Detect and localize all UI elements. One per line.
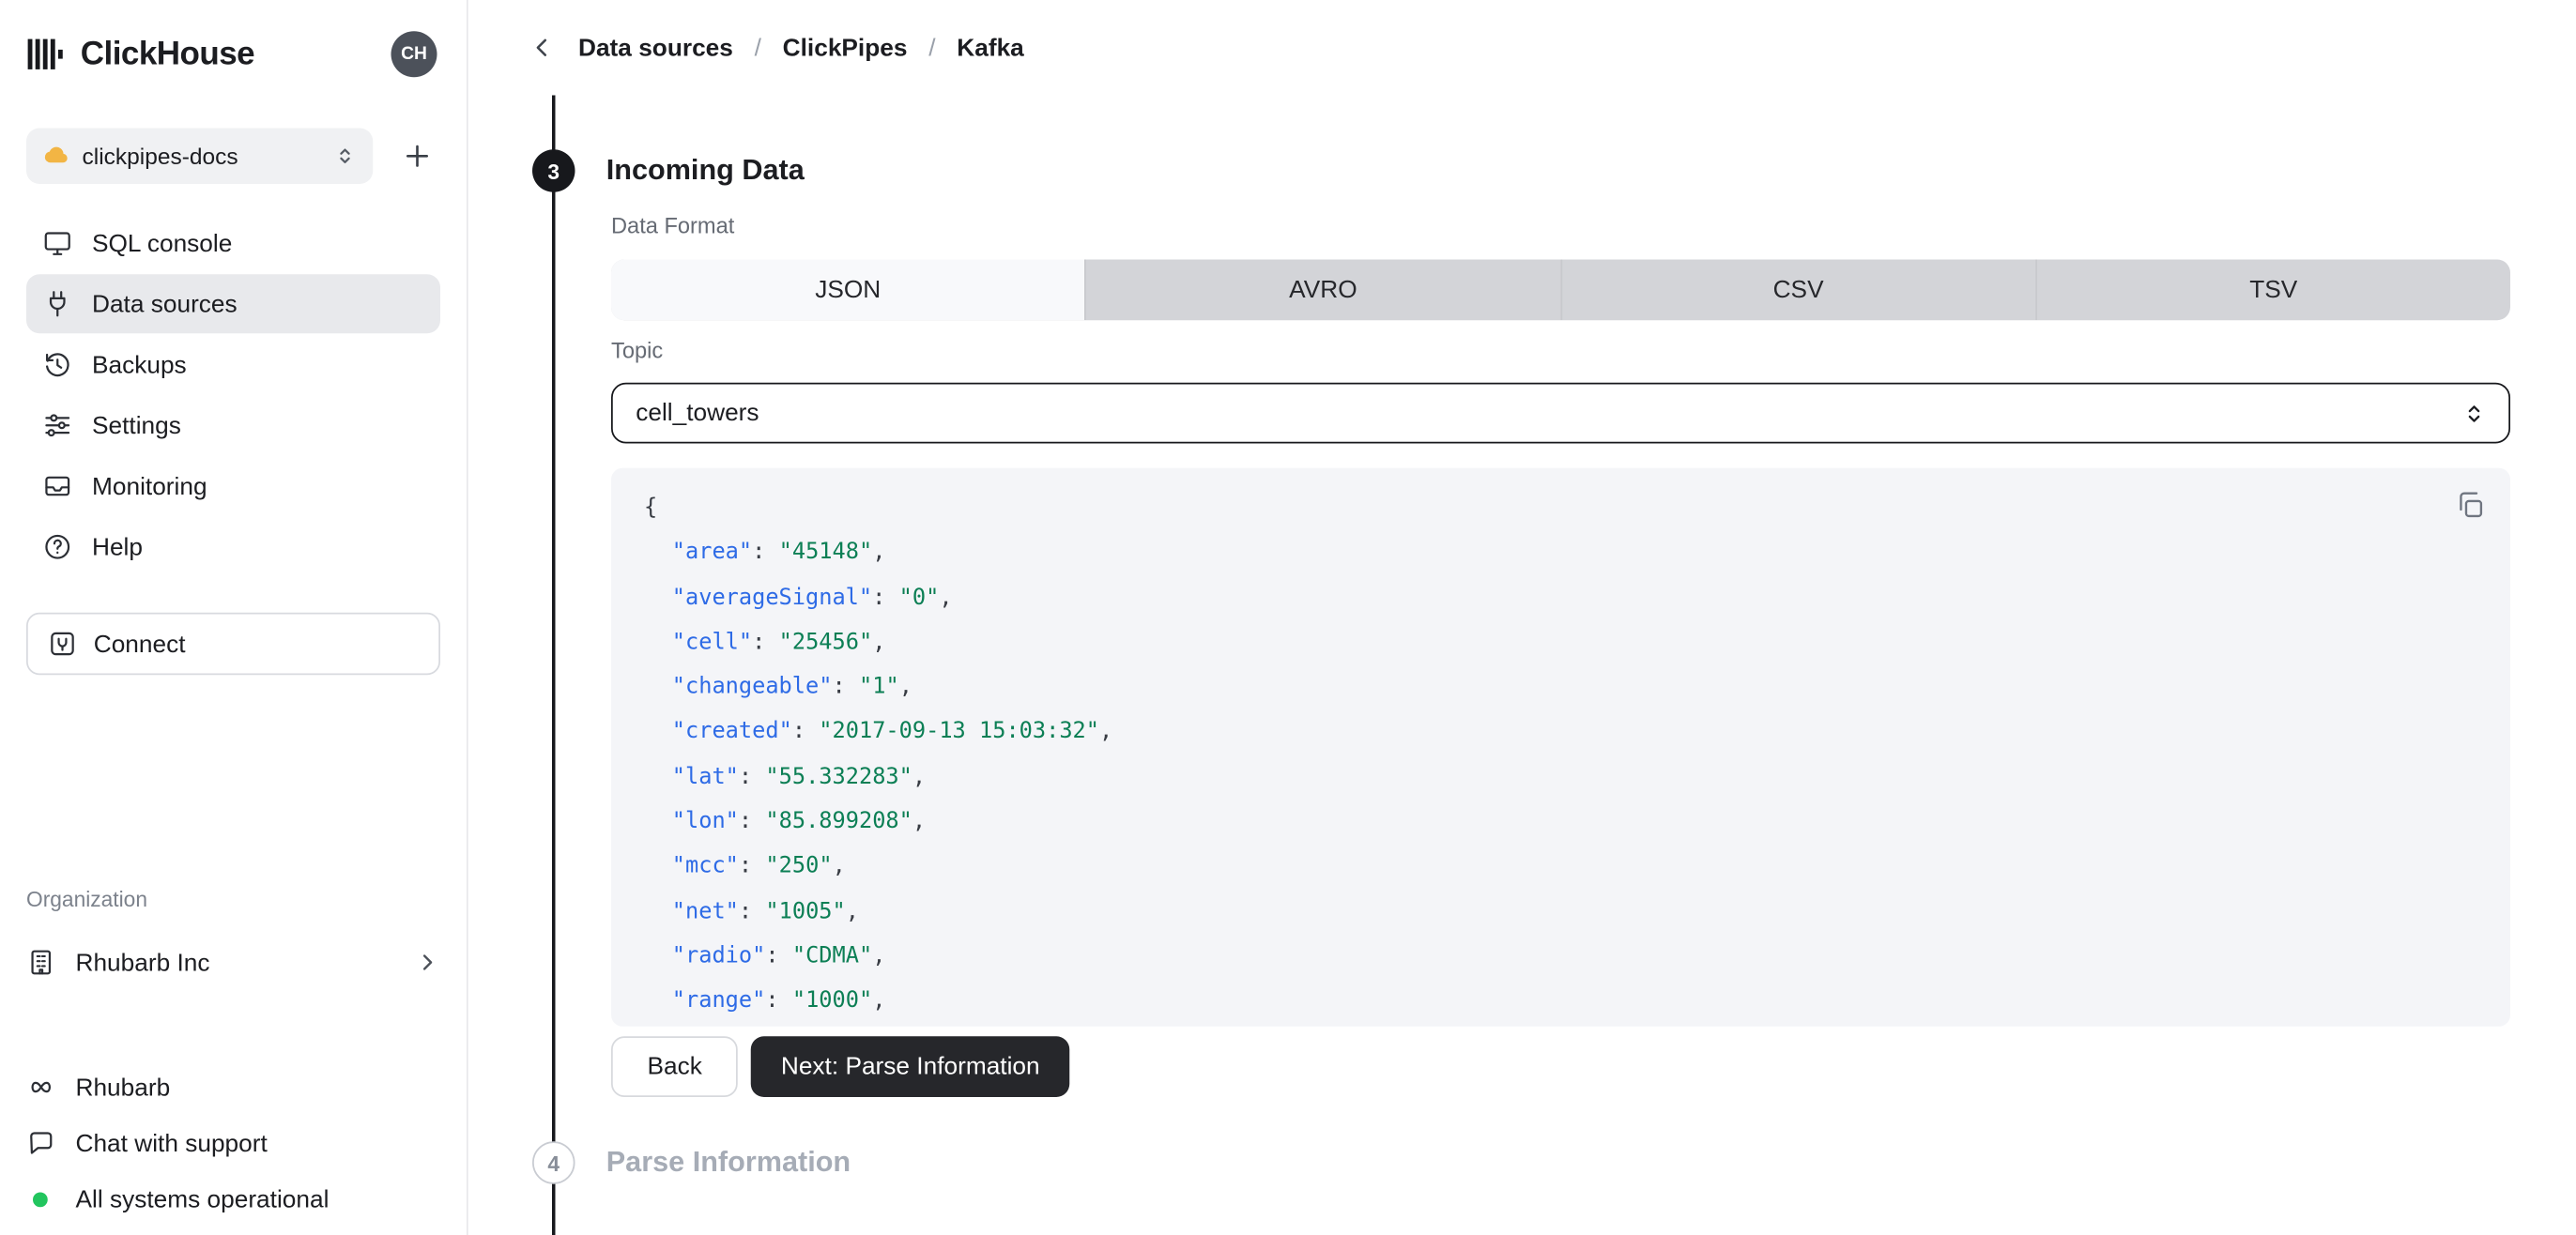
organization-row[interactable]: Rhubarb Inc xyxy=(26,933,440,992)
sidebar-footer: Rhubarb Chat with support All systems op… xyxy=(0,1060,467,1227)
code-line: range: 1000, xyxy=(644,979,2477,1024)
connect-icon xyxy=(48,629,78,659)
workspace-label: Rhubarb xyxy=(75,1073,171,1102)
code-line: averageSignal: 0, xyxy=(644,576,2477,621)
code-line: { xyxy=(644,494,658,521)
code-line: net: 1005, xyxy=(644,890,2477,935)
breadcrumb: Data sources / ClickPipes / Kafka xyxy=(468,0,2576,63)
service-selector[interactable]: clickpipes-docs xyxy=(26,128,374,184)
step-4-title: Parse Information xyxy=(606,1144,851,1178)
back-chevron-button[interactable] xyxy=(528,33,558,63)
sidebar: ClickHouse CH clickpipes-docs SQL consol… xyxy=(0,0,468,1235)
sidebar-item-label: Monitoring xyxy=(92,472,207,500)
service-icon xyxy=(43,143,69,169)
code-line: lat: 55.332283, xyxy=(644,755,2477,800)
connect-label: Connect xyxy=(93,630,186,658)
json-preview: { area: 45148, averageSignal: 0, cell: 2… xyxy=(644,486,2477,1024)
format-tab-json[interactable]: JSON xyxy=(611,259,1085,321)
brand-name: ClickHouse xyxy=(80,35,255,72)
sidebar-item-label: SQL console xyxy=(92,229,233,257)
terminal-icon xyxy=(43,228,73,258)
plug-icon xyxy=(43,289,73,319)
service-row: clickpipes-docs xyxy=(0,128,467,184)
sidebar-item-help[interactable]: Help xyxy=(26,517,440,576)
step-3-title: Incoming Data xyxy=(606,152,805,186)
connect-button[interactable]: Connect xyxy=(26,612,440,676)
building-icon xyxy=(26,948,56,978)
sidebar-item-backups[interactable]: Backups xyxy=(26,335,440,394)
inbox-icon xyxy=(43,471,73,501)
topic-select[interactable]: cell_towers xyxy=(611,382,2510,444)
copy-button[interactable] xyxy=(2455,490,2486,521)
main-panel: Data sources / ClickPipes / Kafka 3 Inco… xyxy=(468,0,2576,1235)
code-line: mcc: 250, xyxy=(644,845,2477,890)
breadcrumb-item-data-sources[interactable]: Data sources xyxy=(578,34,733,62)
chat-support-link[interactable]: Chat with support xyxy=(26,1115,440,1171)
chevron-up-down-icon xyxy=(333,145,357,168)
step-3-circle: 3 xyxy=(532,149,575,192)
stepper-line xyxy=(552,95,556,1235)
brand: ClickHouse xyxy=(26,35,255,74)
step-4-circle: 4 xyxy=(532,1141,575,1184)
rhubarb-icon xyxy=(26,1073,56,1103)
code-line: lon: 85.899208, xyxy=(644,800,2477,845)
organization-section-label: Organization xyxy=(26,887,148,912)
chat-icon xyxy=(26,1128,56,1158)
service-name: clickpipes-docs xyxy=(82,143,238,170)
status-green-dot-icon xyxy=(33,1191,48,1207)
sidebar-item-data-sources[interactable]: Data sources xyxy=(26,274,440,334)
sidebar-item-label: Data sources xyxy=(92,289,238,318)
data-format-segmented-control: JSON AVRO CSV TSV xyxy=(611,259,2510,321)
sidebar-header: ClickHouse CH xyxy=(0,30,467,80)
code-line: radio: CDMA, xyxy=(644,935,2477,980)
topic-label: Topic xyxy=(611,338,664,363)
sidebar-item-monitoring[interactable]: Monitoring xyxy=(26,457,440,516)
sidebar-nav: SQL console Data sources Backups Setting… xyxy=(0,214,467,577)
incoming-data-form: Data Format JSON AVRO CSV TSV Topic cell… xyxy=(611,213,2510,1097)
code-line: changeable: 1, xyxy=(644,665,2477,710)
sidebar-item-label: Backups xyxy=(92,350,187,379)
system-status-label: All systems operational xyxy=(75,1184,330,1213)
sidebar-item-label: Help xyxy=(92,532,144,561)
workspace-link[interactable]: Rhubarb xyxy=(26,1060,440,1116)
chevron-right-icon xyxy=(414,950,440,976)
sidebar-item-label: Settings xyxy=(92,411,181,440)
help-icon xyxy=(43,532,73,562)
app-root: ClickHouse CH clickpipes-docs SQL consol… xyxy=(0,0,2576,1235)
sliders-icon xyxy=(43,411,73,441)
sidebar-item-settings[interactable]: Settings xyxy=(26,396,440,455)
back-button[interactable]: Back xyxy=(611,1036,739,1097)
clickhouse-logo-icon xyxy=(26,35,66,74)
organization-name: Rhubarb Inc xyxy=(75,948,210,977)
format-tab-tsv[interactable]: TSV xyxy=(2034,259,2510,321)
breadcrumb-item-kafka: Kafka xyxy=(957,33,1024,62)
format-tab-csv[interactable]: CSV xyxy=(1559,259,2035,321)
next-parse-information-button[interactable]: Next: Parse Information xyxy=(751,1036,1070,1097)
code-line: created: 2017-09-13 15:03:32, xyxy=(644,710,2477,755)
format-tab-avro[interactable]: AVRO xyxy=(1084,259,1559,321)
breadcrumb-separator: / xyxy=(754,33,761,62)
message-preview-panel: { area: 45148, averageSignal: 0, cell: 2… xyxy=(611,467,2510,1027)
history-icon xyxy=(43,350,73,380)
user-avatar[interactable]: CH xyxy=(391,31,437,78)
topic-selected-value: cell_towers xyxy=(636,399,759,427)
code-line: area: 45148, xyxy=(644,531,2477,576)
code-line: cell: 25456, xyxy=(644,620,2477,665)
breadcrumb-item-clickpipes[interactable]: ClickPipes xyxy=(783,34,908,62)
chat-support-label: Chat with support xyxy=(75,1129,268,1157)
system-status-link[interactable]: All systems operational xyxy=(26,1171,440,1227)
chevron-up-down-icon xyxy=(2461,400,2488,426)
breadcrumb-separator: / xyxy=(928,33,936,62)
form-actions: Back Next: Parse Information xyxy=(611,1036,2510,1097)
data-format-label: Data Format xyxy=(611,213,735,238)
sidebar-item-sql-console[interactable]: SQL console xyxy=(26,214,440,273)
add-service-button[interactable] xyxy=(394,133,440,179)
